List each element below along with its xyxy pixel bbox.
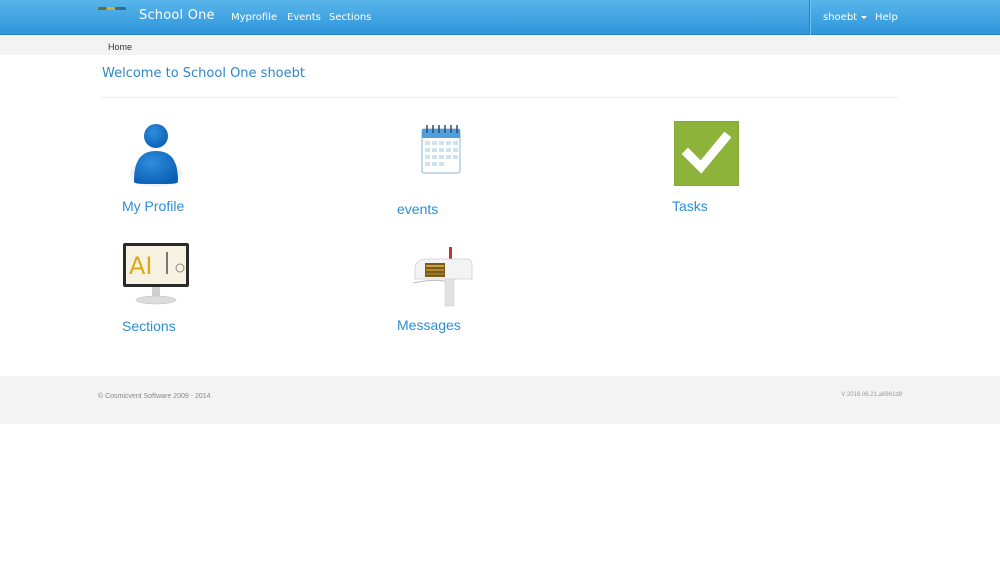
nav-sections[interactable]: Sections [329,12,371,23]
copyright-text: © Cosmicvent Software 2009 - 2014 [98,393,211,400]
brand-link[interactable]: School One [139,8,215,23]
breadcrumb-home[interactable]: Home [108,42,132,52]
footer: © Cosmicvent Software 2009 - 2014 V 2016… [0,376,1000,424]
messages-link[interactable]: Messages [397,317,461,333]
version-text: V 2016.06.21.a6961d9 [841,392,902,398]
user-icon[interactable] [128,121,184,188]
top-navbar: School One Myprofile Events Sections sho… [0,0,1000,35]
checkbox-icon[interactable] [674,121,739,186]
svg-text:AI: AI [129,252,153,280]
breadcrumb-bar: Home [0,36,1000,55]
nav-divider [809,0,810,35]
monitor-icon[interactable]: AI [122,242,190,306]
logo-icon[interactable] [98,7,126,10]
page-title: Welcome to School One shoebt [102,66,305,81]
my-profile-link[interactable]: My Profile [122,198,184,214]
caret-down-icon [861,15,868,19]
nav-help[interactable]: Help [875,12,898,23]
nav-events[interactable]: Events [287,12,321,23]
user-menu[interactable]: shoebt [823,12,868,23]
mailbox-icon[interactable] [411,245,473,307]
user-menu-label: shoebt [823,12,858,23]
calendar-icon[interactable] [418,121,464,177]
events-link[interactable]: events [397,201,438,217]
title-divider [100,97,898,98]
sections-link[interactable]: Sections [122,318,176,334]
nav-myprofile[interactable]: Myprofile [231,12,277,23]
tasks-link[interactable]: Tasks [672,198,708,214]
